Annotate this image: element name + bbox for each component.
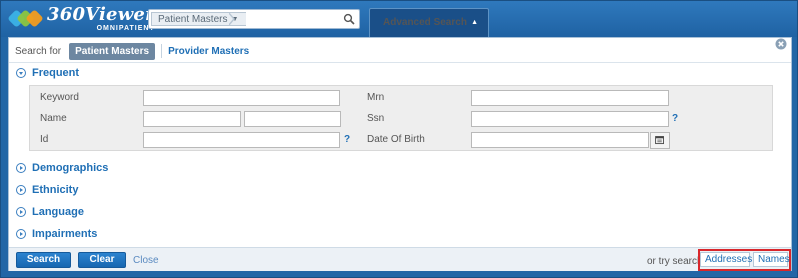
- section-demographics-label: Demographics: [32, 162, 109, 174]
- section-impairments[interactable]: Impairments: [16, 228, 97, 240]
- clear-button[interactable]: Clear: [78, 252, 126, 268]
- logo-subtitle: OMNIPATIENT: [96, 25, 155, 32]
- search-button[interactable]: Search: [16, 252, 71, 268]
- keyword-input[interactable]: [143, 90, 340, 106]
- top-header-bar: 360Viewer OMNIPATIENT Patient Masters ▼ …: [1, 1, 797, 38]
- search-scope-label: Patient Masters: [158, 13, 228, 25]
- section-demographics[interactable]: Demographics: [16, 162, 108, 174]
- section-ethnicity-label: Ethnicity: [32, 184, 79, 196]
- collapsed-toggle-icon: [16, 207, 26, 217]
- ssn-input[interactable]: [471, 111, 669, 127]
- logo-title: 360Viewer: [47, 4, 155, 25]
- collapsed-toggle-icon: [16, 185, 26, 195]
- frequent-fields-group: Keyword Mrn Name Ssn ? Id ? Date Of Birt…: [29, 85, 773, 151]
- try-search-text: or try search: [647, 256, 703, 267]
- tab-patient-masters[interactable]: Patient Masters: [69, 42, 156, 60]
- scope-arrow-shape: [228, 12, 235, 26]
- mrn-input[interactable]: [471, 90, 669, 106]
- logo-mark-icon: [7, 8, 44, 30]
- calendar-icon: [655, 136, 664, 145]
- expanded-toggle-icon: [16, 68, 26, 78]
- close-icon[interactable]: [775, 38, 787, 50]
- id-help-icon[interactable]: ?: [344, 134, 350, 145]
- section-language-label: Language: [32, 206, 84, 218]
- ssn-help-icon[interactable]: ?: [672, 113, 678, 124]
- id-label: Id: [40, 134, 49, 145]
- addresses-search-button[interactable]: Addresses: [700, 252, 752, 267]
- section-frequent[interactable]: Frequent: [16, 67, 79, 79]
- close-link[interactable]: Close: [133, 255, 159, 266]
- id-input[interactable]: [143, 132, 340, 148]
- panel-footer: Search Clear Close or try search Address…: [9, 247, 791, 271]
- section-impairments-label: Impairments: [32, 228, 98, 240]
- advanced-search-tab[interactable]: Advanced Search ▲: [369, 8, 489, 38]
- dob-label: Date Of Birth: [367, 134, 425, 145]
- section-ethnicity[interactable]: Ethnicity: [16, 184, 78, 196]
- app-logo[interactable]: 360Viewer OMNIPATIENT: [7, 4, 155, 32]
- collapsed-toggle-icon: [16, 229, 26, 239]
- search-input[interactable]: [239, 11, 339, 27]
- name-label: Name: [40, 113, 67, 124]
- section-language[interactable]: Language: [16, 206, 84, 218]
- section-frequent-label: Frequent: [32, 67, 80, 79]
- names-search-button[interactable]: Names: [753, 252, 790, 267]
- mrn-label: Mrn: [367, 92, 385, 103]
- search-for-bar: Search for Patient Masters Provider Mast…: [15, 42, 249, 60]
- first-name-input[interactable]: [143, 111, 241, 127]
- advanced-search-panel: Search for Patient Masters Provider Mast…: [8, 37, 792, 271]
- tab-provider-masters[interactable]: Provider Masters: [168, 46, 249, 57]
- global-search-box: Patient Masters ▼: [148, 9, 360, 29]
- search-icon[interactable]: [343, 13, 355, 25]
- dob-input[interactable]: [471, 132, 649, 148]
- tab-separator: [161, 44, 163, 58]
- chevron-up-icon: ▲: [471, 19, 478, 26]
- search-for-label: Search for: [15, 45, 62, 57]
- collapsed-toggle-icon: [16, 163, 26, 173]
- ssn-label: Ssn: [367, 113, 385, 124]
- panel-divider: [9, 62, 791, 63]
- keyword-label: Keyword: [40, 92, 79, 103]
- date-picker-button[interactable]: [650, 132, 670, 149]
- advanced-search-label: Advanced Search: [383, 17, 467, 28]
- last-name-input[interactable]: [244, 111, 341, 127]
